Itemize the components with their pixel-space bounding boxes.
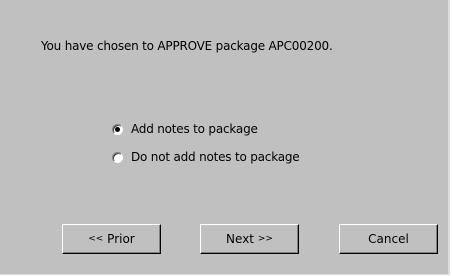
next-button-label: Next: [226, 232, 255, 246]
next-arrow: >>: [257, 234, 273, 244]
radio-no-notes[interactable]: Do not add notes to package: [112, 149, 300, 165]
prior-arrow: <<: [88, 234, 104, 244]
approval-message: You have chosen to APPROVE package APC00…: [41, 39, 333, 53]
radio-button-unchecked[interactable]: [112, 151, 123, 163]
cancel-button[interactable]: Cancel: [339, 224, 438, 254]
radio-add-notes-label: Add notes to package: [131, 122, 258, 136]
prior-button[interactable]: << Prior: [62, 224, 161, 254]
radio-no-notes-label: Do not add notes to package: [131, 150, 300, 164]
prior-button-label: Prior: [107, 232, 135, 246]
dialog-panel: You have chosen to APPROVE package APC00…: [0, 0, 450, 275]
approve-package-dialog: You have chosen to APPROVE package APC00…: [0, 0, 453, 276]
radio-add-notes[interactable]: Add notes to package: [112, 121, 258, 137]
cancel-button-label: Cancel: [368, 232, 409, 246]
next-button[interactable]: Next >>: [200, 224, 299, 254]
radio-button-checked[interactable]: [112, 123, 123, 135]
